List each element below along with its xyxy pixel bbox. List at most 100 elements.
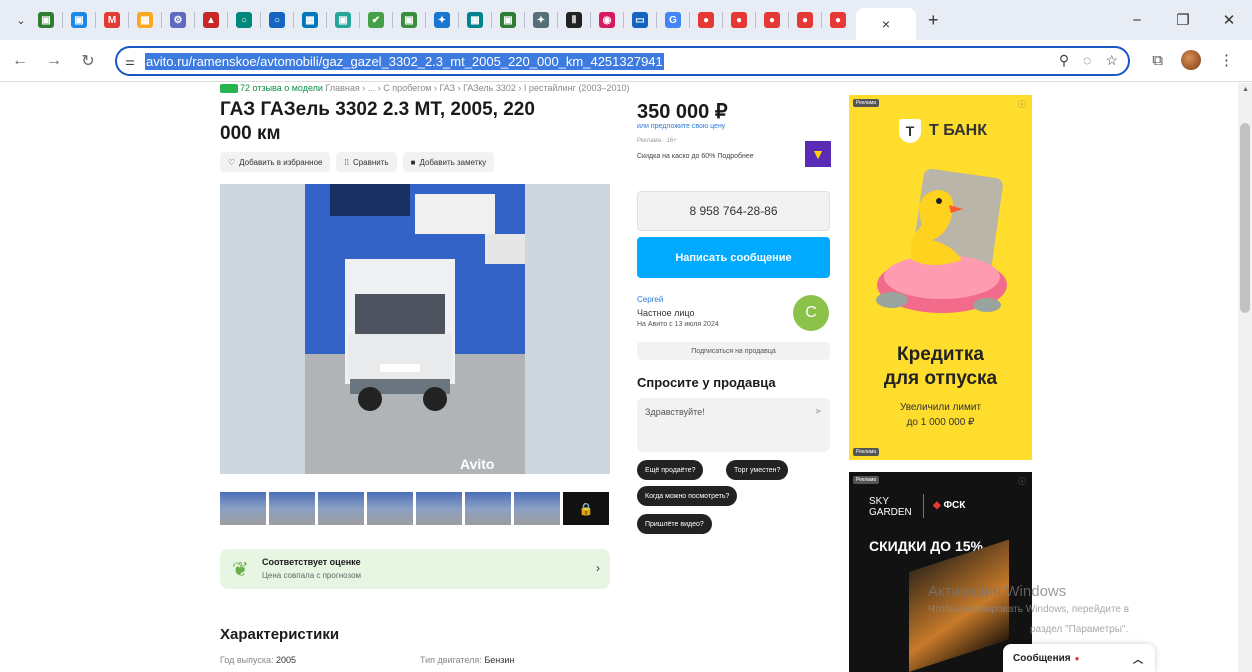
bookmark-favicon-2[interactable]: ▣: [71, 12, 87, 28]
quick-question-chip[interactable]: Когда можно посмотреть?: [637, 486, 738, 506]
seller-avatar[interactable]: С: [793, 295, 829, 331]
bookmark-favicon-7[interactable]: ○: [236, 12, 252, 28]
main-photo[interactable]: Avito: [220, 184, 610, 474]
photo-thumbnail[interactable]: [465, 492, 511, 525]
fsk-logo: ◆ ФСК: [933, 500, 965, 511]
reviews-link[interactable]: 72 отзыва о модели: [240, 83, 323, 93]
profile-avatar[interactable]: [1181, 50, 1201, 70]
photo-thumbnail[interactable]: [220, 492, 266, 525]
chevron-up-icon[interactable]: ︿: [1133, 651, 1143, 666]
add-note-button[interactable]: ■ Добавить заметку: [402, 152, 495, 172]
ask-message-text[interactable]: Здравствуйте!: [645, 407, 705, 417]
more-photos-thumbnail[interactable]: 🔒: [563, 492, 609, 525]
bookmark-favicon-17[interactable]: Ⅱ: [566, 12, 582, 28]
photo-thumbnails: 🔒: [220, 492, 609, 525]
casco-offer-link[interactable]: Скидка на каско до 60% Подробнее: [637, 153, 754, 160]
url-text[interactable]: avito.ru/ramenskoe/avtomobili/gaz_gazel_…: [145, 52, 664, 70]
bookmark-favicon-16[interactable]: ✦: [533, 12, 549, 28]
insurance-logo[interactable]: ▼: [805, 141, 831, 167]
info-icon[interactable]: ⓘ: [1018, 99, 1026, 110]
restore-button[interactable]: ❐: [1160, 11, 1206, 29]
bookmark-favicon-6[interactable]: ▲: [203, 12, 219, 28]
scroll-up-arrow-icon[interactable]: ▲: [1242, 86, 1249, 93]
bookmark-favicon-21[interactable]: ●: [698, 12, 714, 28]
eye-off-icon[interactable]: ◌: [1083, 52, 1091, 69]
unread-dot-icon: ●: [1074, 653, 1080, 663]
activation-watermark-line1: Чтобы активировать Windows, перейдите в: [928, 604, 1130, 615]
char-year-label: Год выпуска:: [220, 655, 274, 665]
photo-thumbnail[interactable]: [367, 492, 413, 525]
tab-separator: [821, 12, 822, 28]
subscribe-seller-button[interactable]: Подписаться на продавца: [637, 342, 830, 360]
minimize-button[interactable]: −: [1114, 12, 1160, 29]
bookmark-favicon-18[interactable]: ◉: [599, 12, 615, 28]
bookmark-favicon-12[interactable]: ▣: [401, 12, 417, 28]
rating-badge: [220, 84, 238, 94]
extensions-icon[interactable]: ⧉: [1152, 52, 1163, 69]
bookmark-favicon-10[interactable]: ▣: [335, 12, 351, 28]
bookmark-favicon-22[interactable]: ●: [731, 12, 747, 28]
price-estimate-banner[interactable]: ❦ Соответствует оценке Цена совпала с пр…: [220, 549, 610, 589]
page-scrollbar[interactable]: ▲: [1238, 83, 1252, 672]
scrollbar-thumb[interactable]: [1240, 123, 1250, 313]
address-bar[interactable]: ⚌ avito.ru/ramenskoe/avtomobili/gaz_gaze…: [115, 46, 1130, 76]
bookmark-favicon-5[interactable]: ⚙: [170, 12, 186, 28]
bookmark-favicon-15[interactable]: ▣: [500, 12, 516, 28]
reload-icon[interactable]: ↻: [74, 51, 102, 71]
send-icon[interactable]: ➤: [814, 406, 822, 417]
site-info-icon[interactable]: ⚌: [125, 55, 145, 68]
photo-thumbnail[interactable]: [269, 492, 315, 525]
characteristics-heading: Характеристики: [220, 626, 340, 643]
sky-garden-ad-banner[interactable]: Реклама ⓘ SKY GARDEN ◆ ФСК СКИДКИ ДО 15%: [849, 472, 1032, 672]
truck-photo-illustration: Avito: [220, 184, 610, 474]
ad-note: Реклама · 16+: [637, 138, 677, 144]
offer-price-link[interactable]: или предложите свою цену: [637, 123, 725, 130]
forward-arrow-icon[interactable]: →: [40, 52, 68, 70]
messages-widget[interactable]: Сообщения ● ︿: [1003, 644, 1155, 672]
write-message-button[interactable]: Написать сообщение: [637, 237, 830, 278]
show-phone-button[interactable]: 8 958 764-28-86: [637, 191, 830, 231]
photo-thumbnail[interactable]: [318, 492, 364, 525]
bookmark-favicon-4[interactable]: ▦: [137, 12, 153, 28]
ask-message-input[interactable]: Здравствуйте! ➤: [637, 398, 830, 452]
bookmark-favicon-13[interactable]: ✦: [434, 12, 450, 28]
photo-thumbnail[interactable]: [416, 492, 462, 525]
bookmark-favicon-8[interactable]: ○: [269, 12, 285, 28]
active-tab[interactable]: ×: [856, 8, 916, 40]
tab-separator: [788, 12, 789, 28]
note-icon: ■: [410, 157, 416, 167]
new-tab-button[interactable]: +: [928, 10, 939, 31]
tbank-sub-2: до 1 000 000 ₽: [906, 417, 975, 428]
bookmark-favicon-20[interactable]: G: [665, 12, 681, 28]
char-year-value: 2005: [276, 655, 297, 665]
quick-question-chip[interactable]: Ещё продаёте?: [637, 460, 704, 480]
bookmark-favicon-23[interactable]: ●: [764, 12, 780, 28]
close-window-button[interactable]: ✕: [1206, 11, 1252, 29]
menu-icon[interactable]: ⋮: [1219, 51, 1234, 69]
bookmark-favicon-19[interactable]: ▭: [632, 12, 648, 28]
quick-question-chip[interactable]: Торг уместен?: [726, 460, 789, 480]
bookmark-favicon-25[interactable]: ●: [830, 12, 846, 28]
tab-separator: [722, 12, 723, 28]
pool-float-illustration: [876, 168, 1007, 313]
bookmark-favicon-9[interactable]: ▦: [302, 12, 318, 28]
bookmark-favicon-11[interactable]: ✔: [368, 12, 384, 28]
bookmark-favicon-14[interactable]: ▦: [467, 12, 483, 28]
zoom-search-icon[interactable]: ⚲: [1059, 52, 1069, 69]
tbank-sub-1: Увеличили лимит: [899, 402, 982, 413]
close-tab-icon[interactable]: ×: [882, 16, 890, 32]
info-icon[interactable]: ⓘ: [1018, 476, 1026, 487]
photo-thumbnail[interactable]: [514, 492, 560, 525]
chevron-down-icon[interactable]: ⌄: [10, 9, 32, 31]
tbank-ad-banner[interactable]: Реклама ⓘ T Т БАНК Кредитка для отпуска …: [849, 95, 1032, 460]
add-favorite-button[interactable]: ♡ Добавить в избранное: [220, 152, 331, 172]
seller-name-link[interactable]: Сергей: [637, 295, 663, 304]
quick-question-chip[interactable]: Пришлёте видео?: [637, 514, 712, 534]
bookmark-favicon-24[interactable]: ●: [797, 12, 813, 28]
bookmark-favicon-1[interactable]: ▣: [38, 12, 54, 28]
back-arrow-icon[interactable]: ←: [6, 52, 34, 70]
star-icon[interactable]: ☆: [1105, 52, 1118, 69]
bookmark-favicon-3[interactable]: M: [104, 12, 120, 28]
breadcrumb-path[interactable]: Главная › ... › С пробегом › ГАЗ › ГАЗел…: [325, 83, 629, 93]
compare-button[interactable]: ⁞⁞ Сравнить: [336, 152, 397, 172]
